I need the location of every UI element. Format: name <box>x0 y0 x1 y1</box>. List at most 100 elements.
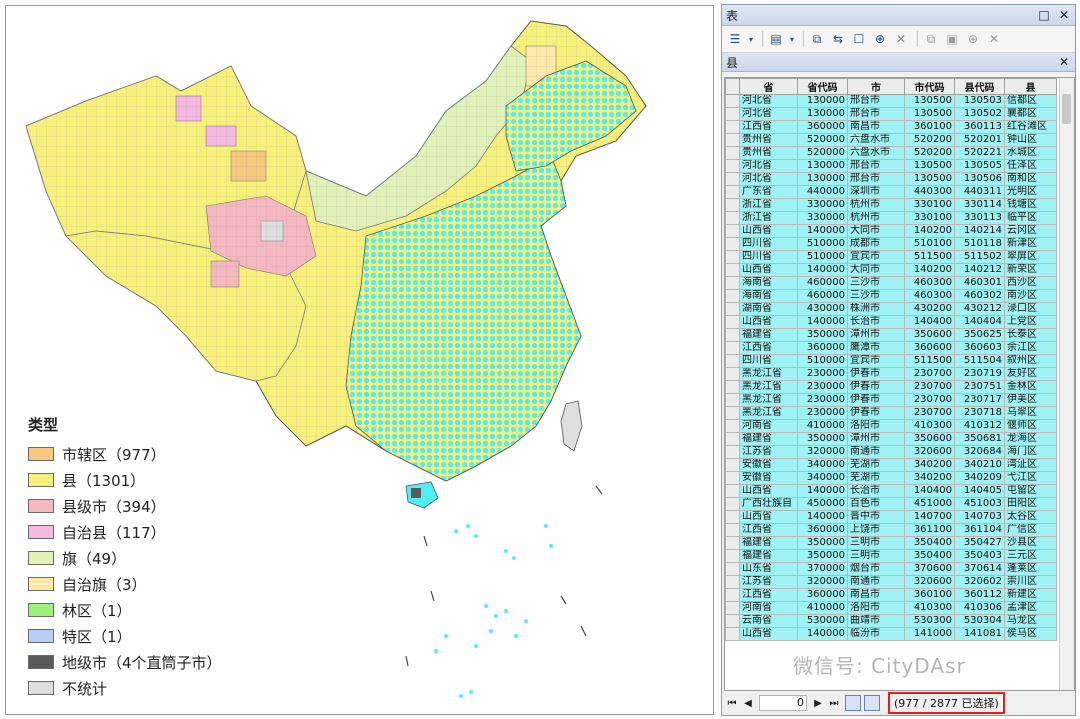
table-cell[interactable]: 511500 <box>904 250 955 264</box>
table-cell[interactable]: 河北省 <box>739 107 798 121</box>
last-record-icon[interactable]: ⏭ <box>826 698 842 709</box>
table-cell[interactable]: 江西省 <box>739 341 798 355</box>
row-selector[interactable] <box>725 263 740 277</box>
table-cell[interactable]: 山东省 <box>739 562 798 576</box>
table-cell[interactable]: 浙江省 <box>739 198 798 212</box>
copy-icon[interactable]: ⧉ <box>922 30 940 48</box>
table-cell[interactable]: 深圳市 <box>847 185 905 199</box>
table-row[interactable]: 四川省 510000 宜宾市 511500 511504 叙州区 <box>725 354 1057 368</box>
table-cell[interactable]: 安徽省 <box>739 471 798 485</box>
table-row[interactable]: 湖南省 430000 株洲市 430200 430212 渌口区 <box>725 302 1057 316</box>
table-cell[interactable]: 山西省 <box>739 263 798 277</box>
paste-icon[interactable]: ▣ <box>943 30 961 48</box>
table-cell[interactable]: 伊春市 <box>847 380 905 394</box>
table-cell[interactable]: 140214 <box>954 224 1005 238</box>
row-selector[interactable] <box>725 432 740 446</box>
close-icon[interactable]: ✕ <box>1057 8 1071 22</box>
table-cell[interactable]: 520201 <box>954 133 1005 147</box>
table-row[interactable]: 贵州省 520000 六盘水市 520200 520201 钟山区 <box>725 133 1057 147</box>
table-cell[interactable]: 330000 <box>797 211 848 225</box>
table-cell[interactable]: 320602 <box>954 575 1005 589</box>
table-cell[interactable]: 光明区 <box>1004 185 1057 199</box>
table-cell[interactable]: 340200 <box>904 458 955 472</box>
table-cell[interactable]: 百色市 <box>847 497 905 511</box>
table-cell[interactable]: 湖南省 <box>739 302 798 316</box>
table-cell[interactable]: 山西省 <box>739 510 798 524</box>
table-cell[interactable]: 140200 <box>904 224 955 238</box>
table-cell[interactable]: 130000 <box>797 107 848 121</box>
row-selector[interactable] <box>725 458 740 472</box>
table-cell[interactable]: 350427 <box>954 536 1005 550</box>
table-cell[interactable]: 乌翠区 <box>1004 406 1057 420</box>
table-cell[interactable]: 430200 <box>904 302 955 316</box>
table-cell[interactable]: 130503 <box>954 94 1005 108</box>
zoom-to-selected-icon[interactable]: ⊕ <box>871 30 889 48</box>
table-cell[interactable]: 511500 <box>904 354 955 368</box>
table-cell[interactable]: 140000 <box>797 263 848 277</box>
table-cell[interactable]: 460000 <box>797 289 848 303</box>
table-cell[interactable]: 田阳区 <box>1004 497 1057 511</box>
row-selector[interactable] <box>725 133 740 147</box>
table-cell[interactable]: 130500 <box>904 107 955 121</box>
table-cell[interactable]: 友好区 <box>1004 367 1057 381</box>
table-row[interactable]: 福建省 350000 漳州市 350600 350681 龙海区 <box>725 432 1057 446</box>
row-selector[interactable] <box>725 107 740 121</box>
table-cell[interactable]: 360100 <box>904 588 955 602</box>
table-cell[interactable]: 130500 <box>904 159 955 173</box>
show-all-records-icon[interactable] <box>845 695 861 711</box>
table-cell[interactable]: 南通市 <box>847 445 905 459</box>
table-row[interactable]: 四川省 510000 成都市 510100 510118 新津区 <box>725 237 1057 251</box>
row-selector[interactable] <box>725 94 740 108</box>
table-row[interactable]: 江西省 360000 上饶市 361100 361104 广信区 <box>725 523 1057 537</box>
table-cell[interactable]: 140000 <box>797 224 848 238</box>
table-cell[interactable]: 230000 <box>797 406 848 420</box>
table-cell[interactable]: 江西省 <box>739 523 798 537</box>
table-cell[interactable]: 临平区 <box>1004 211 1057 225</box>
table-cell[interactable]: 360000 <box>797 588 848 602</box>
remove-icon[interactable]: ✕ <box>985 30 1003 48</box>
table-cell[interactable]: 弋江区 <box>1004 471 1057 485</box>
table-cell[interactable]: 450000 <box>797 497 848 511</box>
row-selector[interactable] <box>725 302 740 316</box>
table-cell[interactable]: 湾沚区 <box>1004 458 1057 472</box>
table-cell[interactable]: 河北省 <box>739 159 798 173</box>
table-cell[interactable]: 440300 <box>904 185 955 199</box>
table-row[interactable]: 安徽省 340000 芜湖市 340200 340210 湾沚区 <box>725 458 1057 472</box>
row-selector[interactable] <box>725 601 740 615</box>
row-selector[interactable] <box>725 497 740 511</box>
table-cell[interactable]: 崇川区 <box>1004 575 1057 589</box>
table-cell[interactable]: 株洲市 <box>847 302 905 316</box>
table-cell[interactable]: 浙江省 <box>739 211 798 225</box>
table-cell[interactable]: 三沙市 <box>847 276 905 290</box>
table-cell[interactable]: 520200 <box>904 133 955 147</box>
table-cell[interactable]: 510000 <box>797 250 848 264</box>
table-cell[interactable]: 新津区 <box>1004 237 1057 251</box>
table-cell[interactable]: 511504 <box>954 354 1005 368</box>
table-row[interactable]: 黑龙江省 230000 伊春市 230700 230751 金林区 <box>725 380 1057 394</box>
table-cell[interactable]: 530300 <box>904 614 955 628</box>
table-row[interactable]: 广东省 440000 深圳市 440300 440311 光明区 <box>725 185 1057 199</box>
row-selector[interactable] <box>725 198 740 212</box>
table-cell[interactable]: 大同市 <box>847 224 905 238</box>
table-cell[interactable]: 320000 <box>797 445 848 459</box>
table-cell[interactable]: 海门区 <box>1004 445 1057 459</box>
table-cell[interactable]: 230000 <box>797 380 848 394</box>
table-cell[interactable]: 350000 <box>797 536 848 550</box>
table-cell[interactable]: 钟山区 <box>1004 133 1057 147</box>
table-cell[interactable]: 360603 <box>954 341 1005 355</box>
table-cell[interactable]: 山西省 <box>739 315 798 329</box>
table-row[interactable]: 山西省 140000 长治市 140400 140404 上党区 <box>725 315 1057 329</box>
table-cell[interactable]: 安徽省 <box>739 458 798 472</box>
table-row[interactable]: 福建省 350000 漳州市 350600 350625 长泰区 <box>725 328 1057 342</box>
row-selector[interactable] <box>725 211 740 225</box>
table-cell[interactable]: 钱塘区 <box>1004 198 1057 212</box>
table-cell[interactable]: 洛阳市 <box>847 419 905 433</box>
table-cell[interactable]: 红谷滩区 <box>1004 120 1057 134</box>
table-row[interactable]: 浙江省 330000 杭州市 330100 330114 钱塘区 <box>725 198 1057 212</box>
row-selector[interactable] <box>725 120 740 134</box>
table-cell[interactable]: 230700 <box>904 367 955 381</box>
table-cell[interactable]: 四川省 <box>739 237 798 251</box>
table-cell[interactable]: 410000 <box>797 601 848 615</box>
row-selector[interactable] <box>725 523 740 537</box>
table-cell[interactable]: 230719 <box>954 367 1005 381</box>
